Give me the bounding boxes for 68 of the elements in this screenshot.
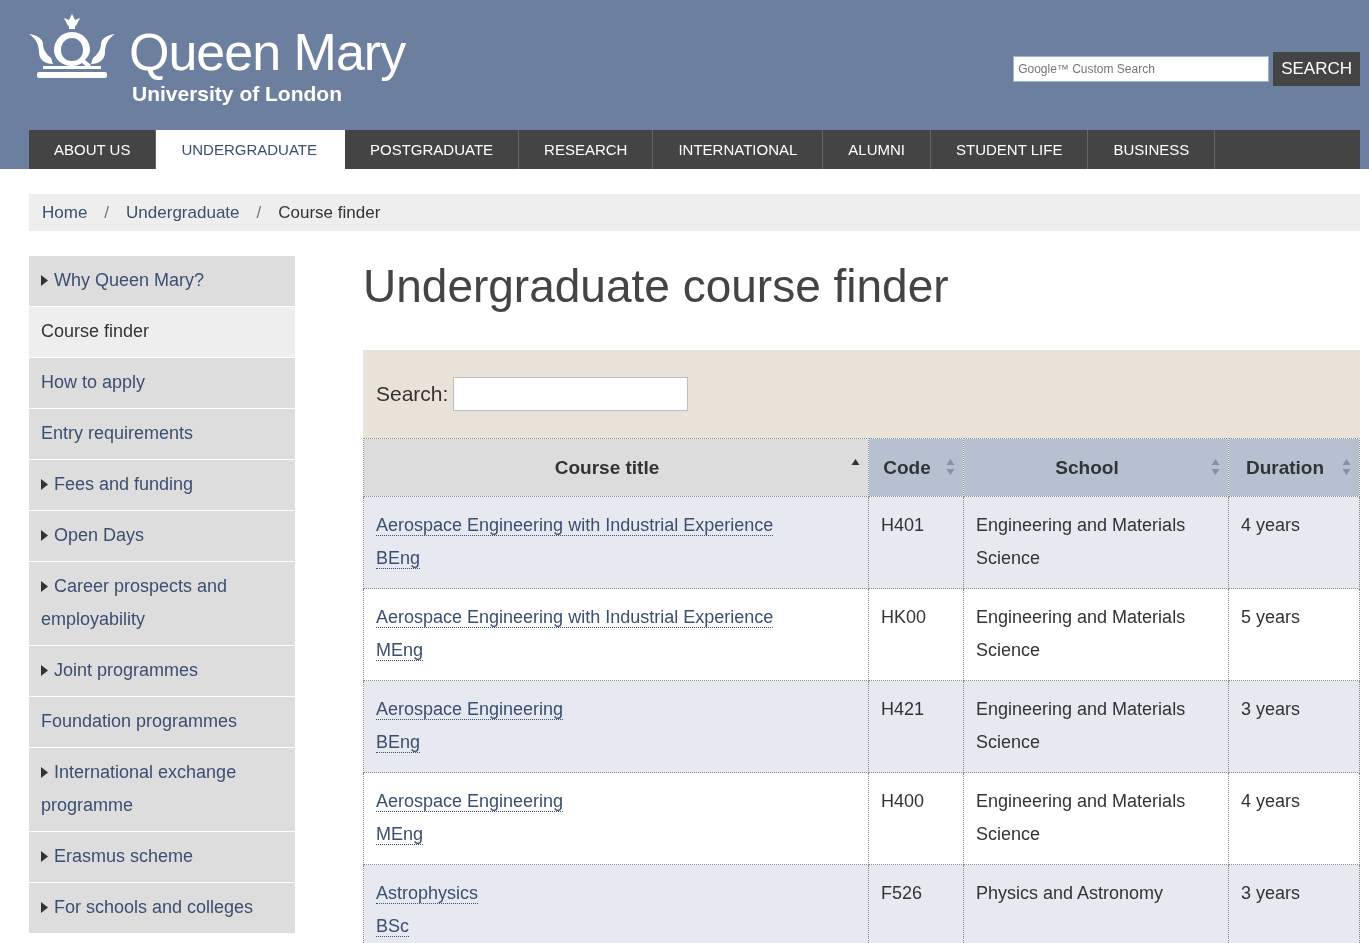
course-link[interactable]: Aerospace Engineering xyxy=(376,791,564,812)
column-header[interactable]: Course title xyxy=(363,438,869,497)
sidebar-item[interactable]: Erasmus scheme xyxy=(29,832,295,882)
course-link[interactable]: Astrophysics xyxy=(376,883,479,904)
caret-icon xyxy=(41,479,48,490)
breadcrumb-separator: / xyxy=(256,202,262,223)
table-cell: Engineering and Materials Science xyxy=(963,588,1229,681)
logo-subtitle: University of London xyxy=(132,82,343,106)
search-field[interactable] xyxy=(453,377,689,411)
table-cell: 4 years xyxy=(1228,496,1360,589)
caret-icon xyxy=(41,530,48,541)
degree-link[interactable]: BEng xyxy=(376,548,421,569)
breadcrumb-current: Course finder xyxy=(278,202,381,223)
search-label: Search: xyxy=(376,382,449,406)
degree-link[interactable]: BSc xyxy=(376,916,409,937)
table-cell: 3 years xyxy=(1228,864,1360,943)
course-link[interactable]: Aerospace Engineering with Industrial Experience xyxy=(376,607,774,628)
column-header[interactable]: Duration xyxy=(1228,438,1360,497)
breadcrumb-separator: / xyxy=(104,202,110,223)
nav-tab[interactable]: INTERNATIONAL xyxy=(653,130,824,169)
caret-icon xyxy=(41,902,48,913)
caret-icon xyxy=(41,851,48,862)
caret-icon xyxy=(41,581,48,592)
column-header[interactable]: Code xyxy=(868,438,964,497)
sidebar-item[interactable]: Foundation programmes xyxy=(29,697,295,747)
nav-tab[interactable]: RESEARCH xyxy=(519,130,654,169)
sidebar-item[interactable]: Course finder xyxy=(29,307,295,357)
page-title: Undergraduate course finder xyxy=(363,259,950,314)
table-cell: H421 xyxy=(868,680,964,773)
column-header[interactable]: School xyxy=(963,438,1229,497)
search-field[interactable]: Google™ Custom Search xyxy=(1013,56,1270,82)
caret-icon xyxy=(41,665,48,676)
table-cell: H401 xyxy=(868,496,964,589)
table-cell: HK00 xyxy=(868,588,964,681)
table-cell: 5 years xyxy=(1228,588,1360,681)
table-cell: Engineering and Materials Science xyxy=(963,772,1229,865)
sidebar-item[interactable]: Entry requirements xyxy=(29,409,295,459)
degree-link[interactable]: BEng xyxy=(376,732,421,753)
sidebar-item[interactable]: Fees and funding xyxy=(29,460,295,510)
nav-tab[interactable]: STUDENT LIFE xyxy=(931,130,1089,169)
table-cell: 4 years xyxy=(1228,772,1360,865)
table-cell: Physics and Astronomy xyxy=(963,864,1229,943)
course-link[interactable]: Aerospace Engineering xyxy=(376,699,564,720)
sidebar-item[interactable]: Open Days xyxy=(29,511,295,561)
caret-icon xyxy=(41,767,48,778)
breadcrumb-link[interactable]: Home xyxy=(42,202,88,223)
nav-tab[interactable]: ALUMNI xyxy=(823,130,931,169)
table-cell: F526 xyxy=(868,864,964,943)
table-cell: H400 xyxy=(868,772,964,865)
caret-icon xyxy=(41,275,48,286)
nav-tab[interactable]: UNDERGRADUATE xyxy=(156,130,345,169)
search-button[interactable]: SEARCH xyxy=(1273,52,1360,86)
sidebar-item[interactable]: For schools and colleges xyxy=(29,883,295,933)
breadcrumb-link[interactable]: Undergraduate xyxy=(126,202,240,223)
degree-link[interactable]: MEng xyxy=(376,640,424,661)
table-cell: Engineering and Materials Science xyxy=(963,496,1229,589)
table-cell: Engineering and Materials Science xyxy=(963,680,1229,773)
sidebar-item[interactable]: Career prospects and employability xyxy=(29,562,295,645)
logo-title: Queen Mary xyxy=(129,22,406,82)
table-cell: 3 years xyxy=(1228,680,1360,773)
sidebar-item[interactable]: Why Queen Mary? xyxy=(29,256,295,306)
sidebar-item[interactable]: How to apply xyxy=(29,358,295,408)
course-link[interactable]: Aerospace Engineering with Industrial Experience xyxy=(376,515,774,536)
nav-tab[interactable]: BUSINESS xyxy=(1088,130,1216,169)
nav-tab[interactable]: POSTGRADUATE xyxy=(345,130,520,169)
sidebar-item[interactable]: Joint programmes xyxy=(29,646,295,696)
degree-link[interactable]: MEng xyxy=(376,824,424,845)
sidebar-item[interactable]: International exchange programme xyxy=(29,748,295,831)
